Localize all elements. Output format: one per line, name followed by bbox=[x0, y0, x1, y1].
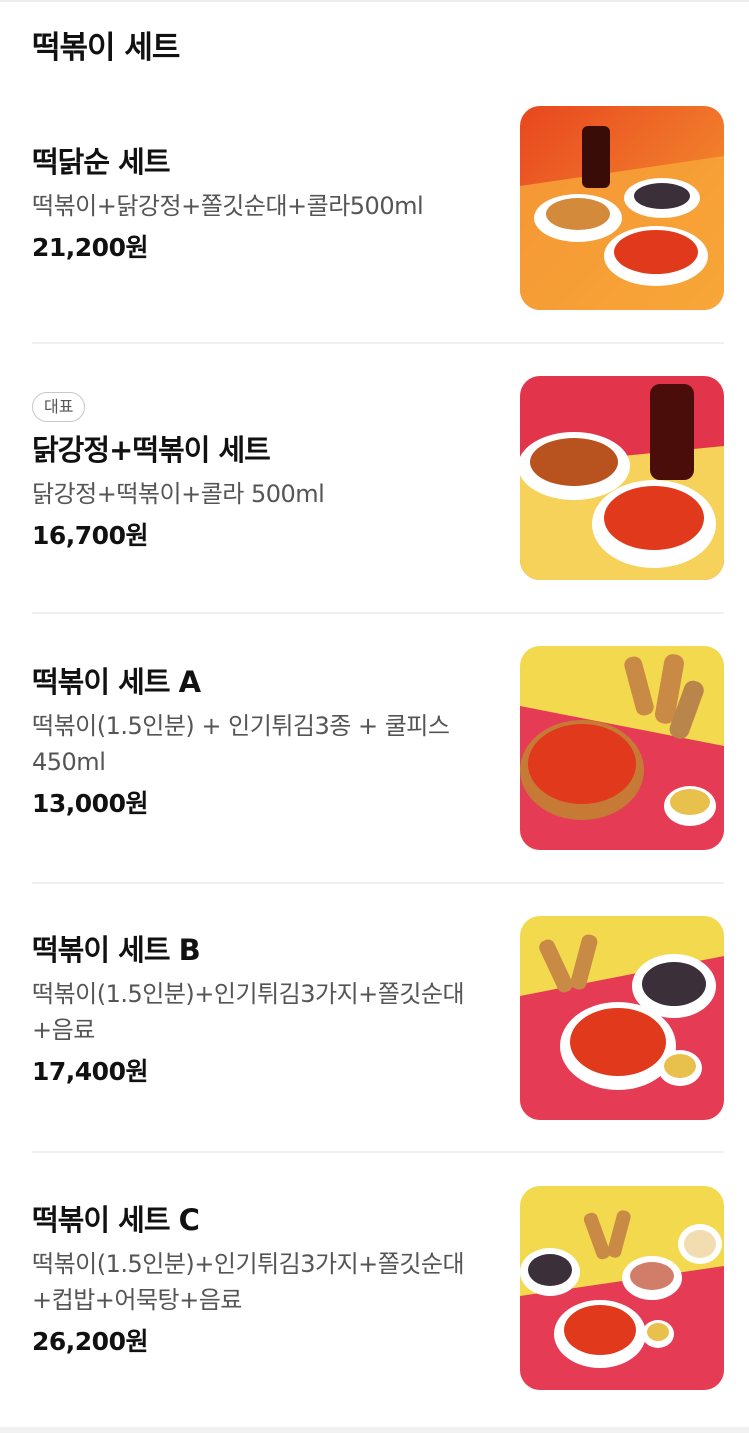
section-title: 떡볶이 세트 bbox=[32, 30, 180, 66]
item-description: 떡볶이(1.5인분)+인기튀김3가지+쫄깃순대+컵밥+어묵탕+음료 bbox=[32, 1250, 465, 1314]
item-name: 떡볶이 세트 B bbox=[32, 933, 201, 967]
item-name: 떡볶이 세트 C bbox=[32, 1203, 200, 1237]
divider bbox=[32, 342, 724, 344]
item-image[interactable] bbox=[520, 376, 724, 580]
divider bbox=[32, 1151, 724, 1153]
item-description: 떡볶이+닭강정+쫄깃순대+콜라500ml bbox=[32, 192, 424, 220]
item-image[interactable] bbox=[520, 646, 724, 850]
item-price: 16,700원 bbox=[32, 521, 148, 550]
divider bbox=[32, 612, 724, 614]
item-price: 13,000원 bbox=[32, 789, 148, 818]
item-description: 떡볶이(1.5인분)+인기튀김3가지+쫄깃순대+음료 bbox=[32, 980, 465, 1044]
item-description: 닭강정+떡볶이+콜라 500ml bbox=[32, 480, 325, 508]
item-image[interactable] bbox=[520, 916, 724, 1120]
item-price: 21,200원 bbox=[32, 233, 148, 262]
item-image[interactable] bbox=[520, 106, 724, 310]
divider bbox=[32, 882, 724, 884]
representative-badge: 대표 bbox=[32, 392, 86, 422]
item-name: 떡닭순 세트 bbox=[32, 145, 171, 179]
item-name: 떡볶이 세트 A bbox=[32, 665, 201, 699]
top-divider bbox=[0, 0, 749, 2]
item-price: 26,200원 bbox=[32, 1327, 148, 1356]
item-image[interactable] bbox=[520, 1186, 724, 1390]
item-price: 17,400원 bbox=[32, 1057, 148, 1086]
item-name: 닭강정+떡볶이 세트 bbox=[32, 433, 271, 467]
bottom-divider bbox=[0, 1427, 749, 1433]
item-description: 떡볶이(1.5인분) + 인기튀김3종 + 쿨피스 450ml bbox=[32, 712, 450, 776]
